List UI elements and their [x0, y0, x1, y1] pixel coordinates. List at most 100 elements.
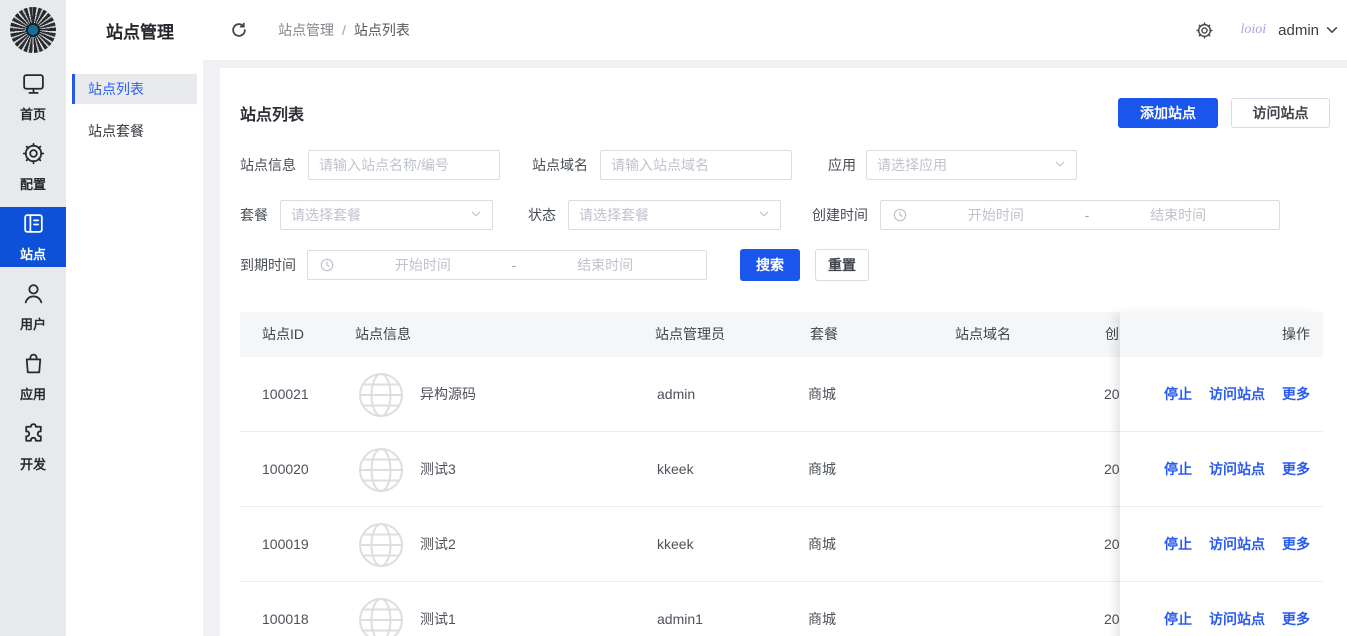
top-header: 站点管理 站点管理/站点列表 loioi admin: [66, 0, 1347, 60]
app-select[interactable]: 请选择应用: [866, 150, 1077, 180]
chevron-down-icon[interactable]: [1325, 23, 1339, 37]
sidebar-item-config[interactable]: 配置: [0, 137, 66, 197]
cell-created-clipped: 20: [1104, 432, 1120, 507]
fixed-operation-column: 操作 停止 访问站点 更多 停止 访问站点 更多 停止 访问站点 更多: [1120, 312, 1323, 636]
site-domain-input[interactable]: [601, 151, 791, 179]
visit-site-link[interactable]: 访问站点: [1209, 384, 1265, 404]
sidebar-item-apps[interactable]: 应用: [0, 347, 66, 407]
cell-site-id: 100019: [262, 507, 309, 582]
cell-site-id: 100020: [262, 432, 309, 507]
stop-link[interactable]: 停止: [1164, 459, 1192, 479]
created-time-range[interactable]: 开始时间 - 结束时间: [880, 200, 1280, 230]
plan-label: 套餐: [240, 200, 268, 230]
search-button[interactable]: 搜索: [740, 249, 800, 281]
created-start-placeholder[interactable]: 开始时间: [907, 205, 1085, 225]
col-site-id: 站点ID: [262, 312, 304, 357]
breadcrumb-root[interactable]: 站点管理: [278, 22, 334, 38]
app-select-placeholder: 请选择应用: [877, 155, 947, 175]
expire-time-label: 到期时间: [240, 250, 296, 280]
user-menu[interactable]: admin: [1278, 22, 1319, 39]
sidebar-item-label: 用户: [20, 314, 46, 333]
visit-site-link[interactable]: 访问站点: [1209, 459, 1265, 479]
monitor-icon: [21, 71, 46, 99]
site-info-field[interactable]: [308, 150, 500, 180]
created-end-placeholder[interactable]: 结束时间: [1089, 205, 1267, 225]
status-select-placeholder: 请选择套餐: [579, 205, 649, 225]
primary-sidebar: 首页 配置 站点 用户 应用 开发: [0, 0, 66, 636]
expire-start-placeholder[interactable]: 开始时间: [334, 255, 512, 275]
user-icon: [21, 281, 46, 309]
refresh-icon[interactable]: [230, 21, 248, 39]
clock-icon: [320, 258, 334, 272]
subnav-item-site-list[interactable]: 站点列表: [72, 74, 197, 104]
site-domain-field[interactable]: [600, 150, 792, 180]
brand-script-text: loioi: [1240, 22, 1266, 38]
visit-site-link[interactable]: 访问站点: [1209, 534, 1265, 554]
sidebar-item-site[interactable]: 站点: [0, 207, 66, 267]
globe-icon: [358, 372, 404, 418]
col-site-admin: 站点管理员: [655, 312, 725, 357]
sidebar-item-dev[interactable]: 开发: [0, 417, 66, 477]
reset-button[interactable]: 重置: [815, 249, 869, 281]
app-label: 应用: [828, 150, 856, 180]
globe-icon: [358, 522, 404, 568]
more-link[interactable]: 更多: [1282, 459, 1310, 479]
col-plan: 套餐: [810, 312, 838, 357]
cell-plan: 商城: [808, 582, 836, 636]
visit-site-link[interactable]: 访问站点: [1209, 609, 1265, 629]
cell-site-name: 测试2: [420, 507, 456, 582]
cell-site-admin: admin: [657, 357, 695, 432]
clock-icon: [893, 208, 907, 222]
cell-plan: 商城: [808, 357, 836, 432]
subnav-item-site-plan[interactable]: 站点套餐: [72, 116, 197, 146]
visit-site-button[interactable]: 访问站点: [1231, 98, 1330, 128]
sidebar-item-label: 首页: [20, 104, 46, 123]
expire-time-range[interactable]: 开始时间 - 结束时间: [307, 250, 707, 280]
puzzle-icon: [21, 421, 46, 449]
cell-created-clipped: 20: [1104, 357, 1120, 432]
brand-logo[interactable]: [10, 7, 56, 53]
sidebar-item-home[interactable]: 首页: [0, 67, 66, 127]
row-actions: 停止 访问站点 更多: [1120, 507, 1323, 582]
globe-icon: [358, 447, 404, 493]
sidebar-item-user[interactable]: 用户: [0, 277, 66, 337]
cell-site-admin: kkeek: [657, 507, 694, 582]
page-title: 站点列表: [240, 101, 304, 125]
col-site-domain: 站点域名: [955, 312, 1011, 357]
sidebar-item-label: 应用: [20, 384, 46, 403]
more-link[interactable]: 更多: [1282, 534, 1310, 554]
cell-plan: 商城: [808, 507, 836, 582]
add-site-button[interactable]: 添加站点: [1118, 98, 1218, 128]
chevron-down-icon: [758, 207, 770, 223]
row-actions: 停止 访问站点 更多: [1120, 582, 1323, 636]
stop-link[interactable]: 停止: [1164, 534, 1192, 554]
settings-gear-icon[interactable]: [1195, 21, 1214, 40]
cell-site-name: 异构源码: [420, 357, 476, 432]
status-label: 状态: [528, 200, 556, 230]
stop-link[interactable]: 停止: [1164, 384, 1192, 404]
site-info-label: 站点信息: [240, 150, 296, 180]
breadcrumb: 站点管理/站点列表: [278, 20, 410, 40]
cell-site-admin: admin1: [657, 582, 703, 636]
breadcrumb-current: 站点列表: [354, 22, 410, 38]
stop-link[interactable]: 停止: [1164, 609, 1192, 629]
more-link[interactable]: 更多: [1282, 609, 1310, 629]
plan-select[interactable]: 请选择套餐: [280, 200, 493, 230]
site-domain-label: 站点域名: [532, 150, 588, 180]
site-list-card: 站点列表 添加站点 访问站点 站点信息 站点域名 应用 请选择应用 套餐 请选择…: [220, 68, 1347, 636]
col-site-info: 站点信息: [355, 312, 411, 357]
globe-icon: [358, 597, 404, 636]
col-created-clipped: 创: [1105, 312, 1119, 357]
site-table: 站点ID 站点信息 站点管理员 套餐 站点域名 创 100021 异构源码 ad…: [240, 312, 1323, 636]
gear-icon: [21, 141, 46, 169]
app-title: 站点管理: [106, 18, 174, 43]
site-info-input[interactable]: [309, 151, 499, 179]
cell-created-clipped: 20: [1104, 507, 1120, 582]
sidebar-item-label: 配置: [20, 174, 46, 193]
expire-end-placeholder[interactable]: 结束时间: [516, 255, 694, 275]
status-select[interactable]: 请选择套餐: [568, 200, 781, 230]
app-window: 首页 配置 站点 用户 应用 开发 站: [0, 0, 1347, 636]
content-area: 站点列表 添加站点 访问站点 站点信息 站点域名 应用 请选择应用 套餐 请选择…: [203, 60, 1347, 636]
more-link[interactable]: 更多: [1282, 384, 1310, 404]
cell-site-id: 100021: [262, 357, 309, 432]
